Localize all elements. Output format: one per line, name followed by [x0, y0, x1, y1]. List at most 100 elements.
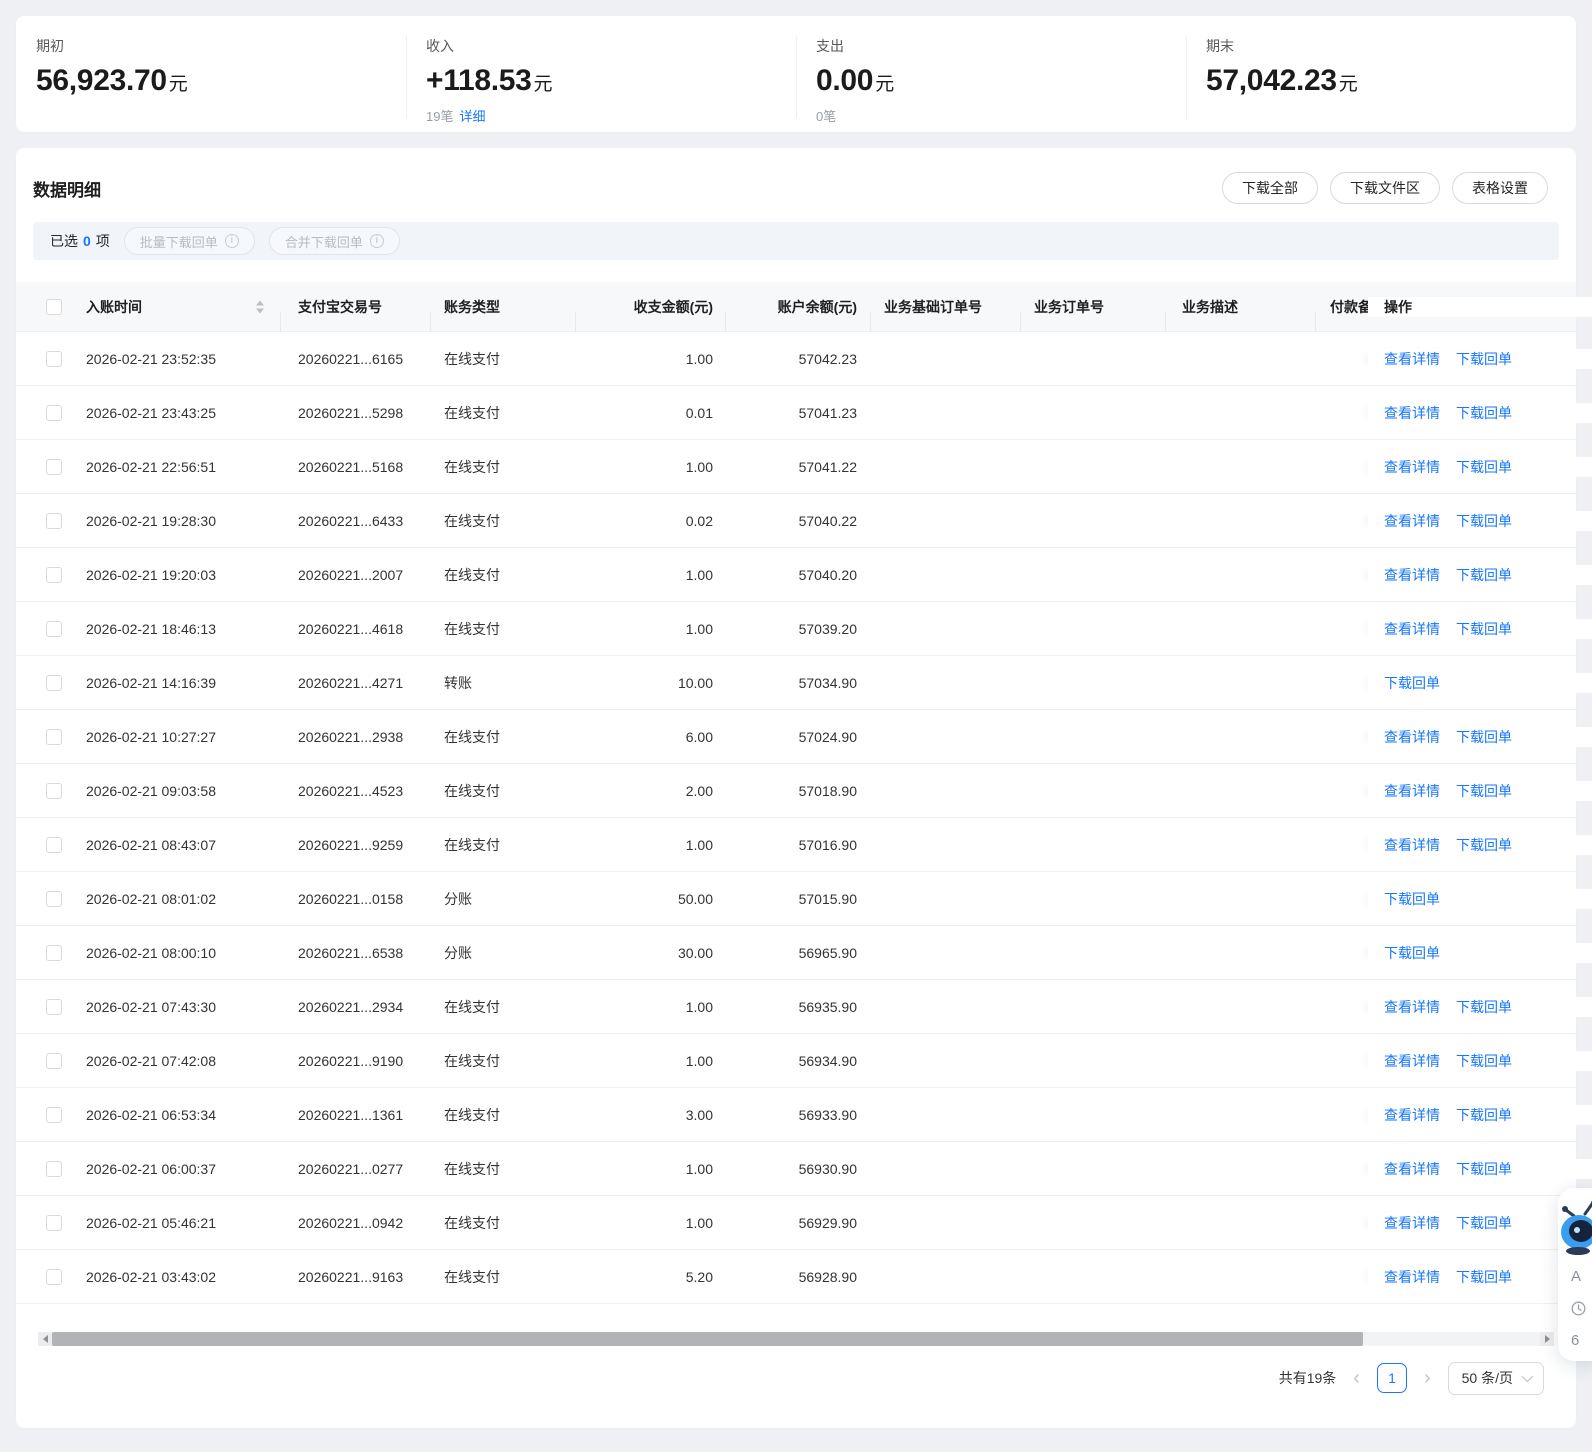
account-type: 在线支付 [444, 998, 500, 1015]
batch-download-receipt-button[interactable]: 批量下载回单 [123, 227, 255, 255]
balance-value: 57042.23 [798, 350, 857, 367]
view-detail-link[interactable]: 查看详情 [1384, 1053, 1440, 1069]
merge-download-receipt-button[interactable]: 合并下载回单 [268, 227, 400, 255]
row-checkbox-cell [16, 1052, 72, 1069]
row-checkbox[interactable] [46, 350, 62, 367]
row-checkbox-cell [16, 1160, 72, 1177]
panel-toolbar: 下载全部 下载文件区 表格设置 [1222, 172, 1548, 204]
download-all-button[interactable]: 下载全部 [1222, 172, 1318, 204]
summary-value: 0.00 元 [816, 64, 1186, 98]
table-row: 2026-02-21 10:27:27 20260221...2938 在线支付… [16, 710, 1592, 764]
download-receipt-link[interactable]: 下载回单 [1384, 675, 1440, 691]
view-detail-link[interactable]: 查看详情 [1384, 405, 1440, 421]
view-detail-link[interactable]: 查看详情 [1384, 783, 1440, 799]
download-receipt-link[interactable]: 下载回单 [1456, 783, 1512, 799]
download-receipt-link[interactable]: 下载回单 [1384, 891, 1440, 907]
prev-page-icon[interactable]: ‹ [1351, 1368, 1362, 1388]
row-checkbox[interactable] [46, 1052, 62, 1069]
info-icon [369, 234, 384, 248]
row-checkbox-cell [16, 1106, 72, 1123]
alipay-txn-id: 20260221...0158 [298, 890, 404, 907]
row-checkbox[interactable] [46, 836, 62, 853]
view-detail-link[interactable]: 查看详情 [1384, 567, 1440, 583]
scroll-right-arrow-icon[interactable] [1540, 1332, 1554, 1346]
row-checkbox[interactable] [46, 944, 62, 961]
row-checkbox[interactable] [46, 458, 62, 475]
row-checkbox[interactable] [46, 1106, 62, 1123]
view-detail-link[interactable]: 查看详情 [1384, 513, 1440, 529]
table-row: 2026-02-21 09:03:58 20260221...4523 在线支付… [16, 764, 1592, 818]
view-detail-link[interactable]: 查看详情 [1384, 999, 1440, 1015]
current-page-button[interactable]: 1 [1376, 1363, 1407, 1393]
scroll-left-arrow-icon[interactable] [38, 1332, 52, 1346]
download-receipt-link[interactable]: 下载回单 [1456, 513, 1512, 529]
download-receipt-link[interactable]: 下载回单 [1456, 351, 1512, 367]
balance-value: 57024.90 [798, 728, 857, 745]
download-file-area-button[interactable]: 下载文件区 [1330, 172, 1440, 204]
next-page-icon[interactable]: › [1422, 1368, 1433, 1388]
amount-value: 6.00 [685, 728, 713, 745]
view-detail-link[interactable]: 查看详情 [1384, 837, 1440, 853]
balance-value: 56935.90 [798, 998, 857, 1015]
row-checkbox[interactable] [46, 890, 62, 907]
table-row: 2026-02-21 19:28:30 20260221...6433 在线支付… [16, 494, 1592, 548]
clock-icon [1571, 1301, 1586, 1316]
balance-value: 56929.90 [798, 1214, 857, 1231]
header-alipay-txn-id: 支付宝交易号 [281, 297, 431, 332]
view-detail-link[interactable]: 查看详情 [1384, 621, 1440, 637]
row-checkbox-cell [16, 620, 72, 637]
download-receipt-link[interactable]: 下载回单 [1456, 459, 1512, 475]
table-settings-button[interactable]: 表格设置 [1452, 172, 1548, 204]
summary-amount: 0.00 [816, 64, 874, 97]
row-actions: 查看详情 下载回单 [1368, 1104, 1592, 1125]
download-receipt-link[interactable]: 下载回单 [1456, 1215, 1512, 1231]
row-checkbox[interactable] [46, 620, 62, 637]
download-receipt-link[interactable]: 下载回单 [1456, 621, 1512, 637]
row-checkbox[interactable] [46, 674, 62, 691]
view-detail-link[interactable]: 查看详情 [1384, 1107, 1440, 1123]
download-receipt-link[interactable]: 下载回单 [1456, 999, 1512, 1015]
view-detail-link[interactable]: 查看详情 [1384, 1269, 1440, 1285]
account-type: 在线支付 [444, 458, 500, 475]
horizontal-scrollbar[interactable] [38, 1332, 1554, 1346]
balance-value: 57040.20 [798, 566, 857, 583]
row-checkbox[interactable] [46, 1160, 62, 1177]
download-receipt-link[interactable]: 下载回单 [1456, 1161, 1512, 1177]
row-checkbox[interactable] [46, 1268, 62, 1285]
view-detail-link[interactable]: 查看详情 [1384, 1161, 1440, 1177]
download-receipt-link[interactable]: 下载回单 [1456, 1107, 1512, 1123]
row-checkbox[interactable] [46, 566, 62, 583]
scrollbar-thumb[interactable] [52, 1332, 1363, 1346]
download-receipt-link[interactable]: 下载回单 [1456, 837, 1512, 853]
download-receipt-link[interactable]: 下载回单 [1456, 1053, 1512, 1069]
income-detail-link[interactable]: 详细 [459, 109, 485, 124]
entry-time: 2026-02-21 19:28:30 [86, 512, 216, 529]
assistant-robot-icon[interactable] [1552, 1200, 1592, 1256]
page-size-select[interactable]: 50 条/页 [1447, 1361, 1544, 1395]
row-actions: 查看详情 下载回单 [1368, 456, 1592, 477]
summary-amount: 57,042.23 [1206, 64, 1337, 97]
row-checkbox[interactable] [46, 404, 62, 421]
row-checkbox-cell [16, 350, 72, 367]
row-checkbox[interactable] [46, 728, 62, 745]
row-checkbox[interactable] [46, 512, 62, 529]
download-receipt-link[interactable]: 下载回单 [1384, 945, 1440, 961]
header-order-no: 业务订单号 [1021, 297, 1166, 332]
select-all-checkbox[interactable] [46, 298, 62, 315]
download-receipt-link[interactable]: 下载回单 [1456, 405, 1512, 421]
header-entry-time: 入账时间 [72, 297, 281, 332]
row-checkbox[interactable] [46, 998, 62, 1015]
amount-value: 1.00 [685, 1214, 713, 1231]
view-detail-link[interactable]: 查看详情 [1384, 459, 1440, 475]
view-detail-link[interactable]: 查看详情 [1384, 351, 1440, 367]
merge-download-label: 合并下载回单 [284, 234, 363, 250]
download-receipt-link[interactable]: 下载回单 [1456, 1269, 1512, 1285]
row-checkbox[interactable] [46, 782, 62, 799]
view-detail-link[interactable]: 查看详情 [1384, 729, 1440, 745]
row-checkbox[interactable] [46, 1214, 62, 1231]
sort-caret-icon[interactable] [256, 300, 264, 313]
download-receipt-link[interactable]: 下载回单 [1456, 567, 1512, 583]
view-detail-link[interactable]: 查看详情 [1384, 1215, 1440, 1231]
download-receipt-link[interactable]: 下载回单 [1456, 729, 1512, 745]
row-checkbox-cell [16, 566, 72, 583]
